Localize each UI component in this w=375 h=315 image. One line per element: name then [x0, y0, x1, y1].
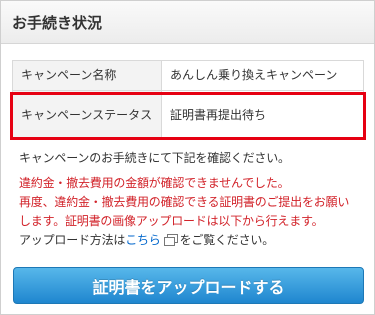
external-window-icon[interactable]: [163, 234, 178, 246]
intro-message: キャンペーンのお手続きにて下記を確認ください。: [19, 151, 290, 165]
campaign-name-value: あんしん乗り換えキャンペーン: [161, 60, 364, 91]
procedure-status-panel: お手続き状況 キャンペーン名称 あんしん乗り換えキャンペーン キャンペーンステー…: [0, 0, 375, 315]
warning-line: 再度、違約金・撤去費用の確認できる証明書のご提出をお願い: [19, 195, 350, 209]
upload-certificate-button[interactable]: 証明書をアップロードする: [13, 267, 364, 304]
campaign-info-table: キャンペーン名称 あんしん乗り換えキャンペーン キャンペーンステータス 証明書再…: [12, 60, 364, 140]
campaign-name-label: キャンペーン名称: [12, 60, 162, 91]
upload-suffix-text: をご覧ください。: [179, 233, 275, 247]
upload-instructions: アップロード方法はこちら をご覧ください。: [19, 231, 364, 250]
upload-prefix-text: アップロード方法は: [19, 233, 126, 247]
table-row: キャンペーン名称 あんしん乗り換えキャンペーン: [12, 60, 364, 91]
table-row: キャンペーンステータス 証明書再提出待ち: [12, 90, 364, 140]
panel-title: お手続き状況: [1, 1, 374, 44]
warning-line: 違約金・撤去費用の金額が確認できませんでした。: [19, 176, 290, 190]
upload-guide-link[interactable]: こちら: [125, 233, 161, 247]
warning-line: します。証明書の画像アップロードは以下から行えます。: [19, 214, 324, 228]
warning-message: 違約金・撤去費用の金額が確認できませんでした。 再度、違約金・撤去費用の確認でき…: [19, 174, 364, 231]
campaign-status-value: 証明書再提出待ち: [161, 90, 364, 140]
campaign-status-label: キャンペーンステータス: [12, 90, 162, 140]
